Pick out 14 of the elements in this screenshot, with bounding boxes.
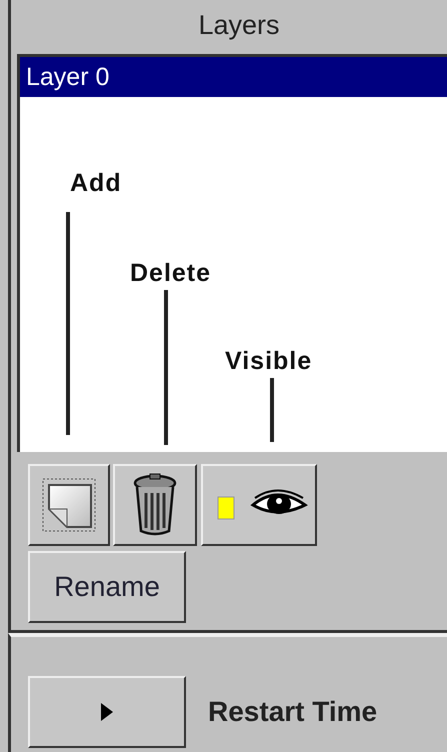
callout-label: Add — [70, 169, 122, 198]
play-button[interactable] — [28, 676, 186, 748]
add-layer-button[interactable] — [28, 464, 110, 546]
rename-button[interactable]: Rename — [28, 551, 186, 623]
new-layer-icon — [41, 477, 97, 533]
visibility-button[interactable] — [201, 464, 317, 546]
callout-label: Visible — [225, 347, 312, 376]
play-icon — [100, 702, 114, 722]
layer-row[interactable]: Layer 0 — [20, 57, 447, 97]
panel-title: Layers — [197, 9, 281, 42]
callout-label: Delete — [130, 259, 212, 288]
restart-time-label: Restart Time — [208, 696, 378, 728]
delete-layer-button[interactable] — [113, 464, 197, 546]
trash-can-icon — [132, 473, 178, 537]
